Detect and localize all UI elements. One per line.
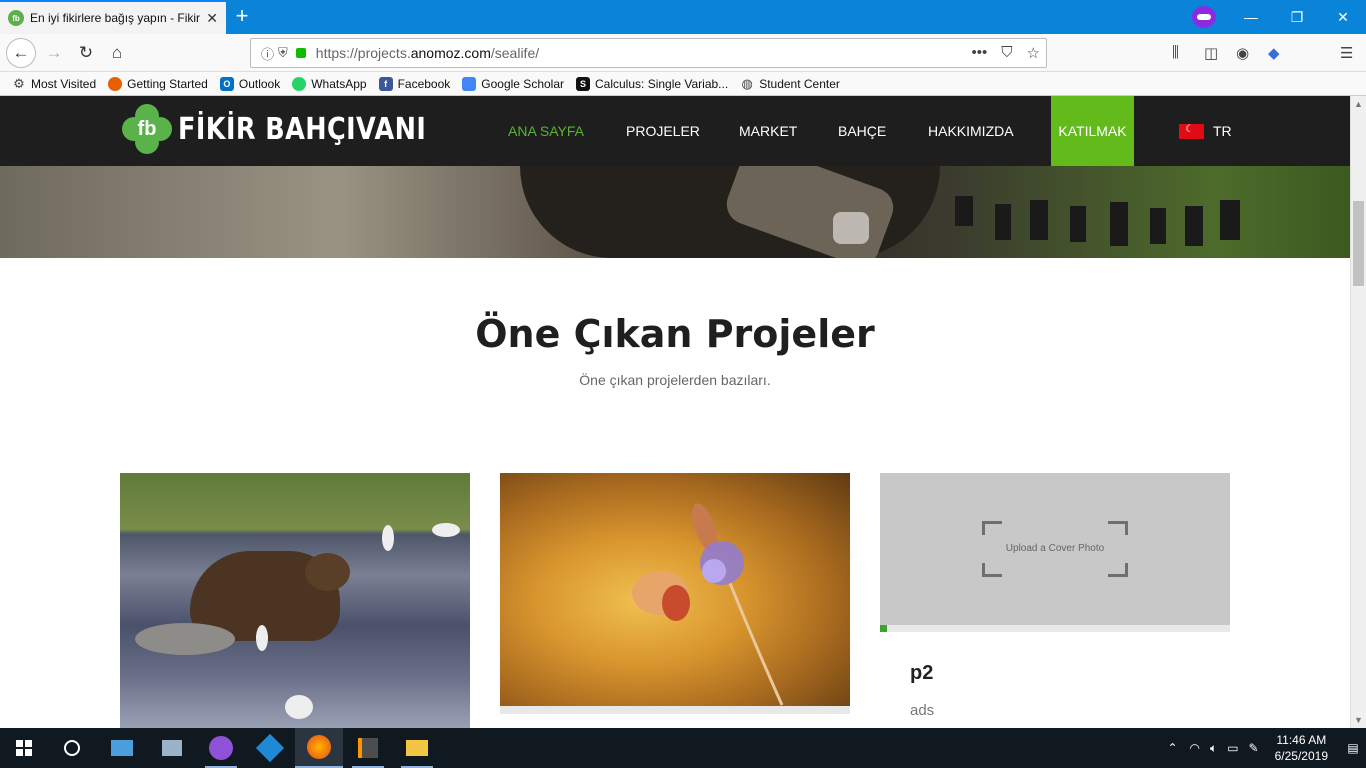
upload-cover-label[interactable]: Upload a Cover Photo <box>880 543 1230 554</box>
outlook-icon: O <box>219 76 234 91</box>
windows-taskbar: ⌃ ◠ 🔈︎ ▭ ✎ 11:46 AM 6/25/2019 ▤ <box>0 728 1366 768</box>
browser-tab[interactable]: fb En iyi fikirlere bağış yapın - Fikir … <box>0 0 226 34</box>
forward-button[interactable]: → <box>40 39 68 67</box>
bookmark-whatsapp[interactable]: WhatsApp <box>292 76 367 91</box>
url-text: https://projects.anomoz.com/sealife/ <box>315 45 540 61</box>
bookmark-calculus[interactable]: S Calculus: Single Variab... <box>576 76 728 91</box>
bookmark-google-scholar[interactable]: Google Scholar <box>462 76 564 91</box>
url-bar[interactable]: ⓘ ⛨ https://projects.anomoz.com/sealife/… <box>250 38 1047 68</box>
info-icon[interactable]: ⓘ <box>261 44 274 63</box>
reload-button[interactable]: ↻ <box>72 39 100 67</box>
bookmark-student-center[interactable]: ◍ Student Center <box>740 75 840 91</box>
project-card-bear-image[interactable] <box>120 473 470 728</box>
file-explorer-icon[interactable] <box>393 728 441 768</box>
card3-progress-fill <box>880 625 887 632</box>
featured-subtitle: Öne çıkan projelerden bazıları. <box>579 372 771 388</box>
private-browsing-icon <box>1192 6 1216 28</box>
gear-icon: ⚙ <box>13 75 25 91</box>
account-icon[interactable]: ◉ <box>1236 44 1249 62</box>
windows-start-icon[interactable] <box>0 728 48 768</box>
bookmarks-bar: ⚙ Most Visited Getting Started O Outlook W… <box>0 72 1366 96</box>
browser-tab-bar: fb En iyi fikirlere bağış yapın - Fikir … <box>0 0 1366 34</box>
nav-garden[interactable]: BAHÇE <box>838 96 886 166</box>
minimize-button[interactable]: — <box>1228 0 1274 34</box>
tab-title: En iyi fikirlere bağış yapın - Fikir <box>30 11 201 25</box>
bookmark-getting-started[interactable]: Getting Started <box>108 76 208 91</box>
site-header: fb FİKİR BAHÇIVANI ANA SAYFA PROJELER MA… <box>0 96 1350 166</box>
new-tab-button[interactable]: + <box>230 4 254 28</box>
show-hidden-icons-icon[interactable]: ⌃ <box>1167 741 1177 755</box>
site-favicon-icon: fb <box>8 10 24 26</box>
control-panel-icon[interactable] <box>148 728 196 768</box>
close-window-button[interactable]: ✕ <box>1320 0 1366 34</box>
volume-icon[interactable]: 🔈︎ <box>1210 741 1217 756</box>
library-icon[interactable]: ⫼ <box>1172 44 1179 61</box>
notification-center-icon[interactable]: ▤ <box>1340 728 1366 768</box>
lock-icon <box>295 48 306 58</box>
nav-home[interactable]: ANA SAYFA <box>508 96 584 166</box>
browser-nav-bar: ← → ↻ ⌂ ⓘ ⛨ https://projects.anomoz.com/… <box>0 34 1366 97</box>
join-button[interactable]: KATILMAK <box>1051 96 1134 166</box>
page-scrollbar[interactable]: ▲ ▼ <box>1350 96 1366 728</box>
clover-logo-icon: fb <box>122 104 172 154</box>
bookmark-facebook[interactable]: f Facebook <box>378 76 450 91</box>
language-selector[interactable]: TR <box>1179 96 1232 166</box>
bookmark-star-icon[interactable]: ☆ <box>1027 44 1040 62</box>
card2-progress-bar <box>500 706 850 714</box>
clock[interactable]: 11:46 AM 6/25/2019 <box>1275 732 1328 764</box>
site-logo[interactable]: fb FİKİR BAHÇIVANI <box>122 104 470 154</box>
search-circle-icon[interactable] <box>48 728 96 768</box>
system-tray: ⌃ ◠ 🔈︎ ▭ ✎ 11:46 AM 6/25/2019 ▤ <box>1167 728 1366 768</box>
card3-progress-bar <box>880 625 1230 632</box>
sublime-text-icon[interactable] <box>344 728 392 768</box>
whatsapp-icon <box>292 76 307 91</box>
project-card-no-cover[interactable]: Upload a Cover Photo <box>880 473 1230 625</box>
firefox-icon <box>108 76 123 91</box>
nav-about[interactable]: HAKKIMIZDA <box>928 96 1014 166</box>
project-card-butterfly-image[interactable] <box>500 473 850 706</box>
globe-icon: ◍ <box>741 75 753 91</box>
featured-title: Öne Çıkan Projeler <box>475 312 875 356</box>
vscode-icon[interactable] <box>246 728 294 768</box>
sidebar-icon[interactable]: ◫ <box>1204 44 1218 62</box>
page-actions-icon[interactable]: ••• <box>972 44 988 62</box>
scrollbar-thumb[interactable] <box>1353 201 1364 286</box>
bookmark-outlook[interactable]: O Outlook <box>219 76 280 91</box>
menu-icon[interactable]: ☰ <box>1340 44 1353 62</box>
firefox-taskbar-icon[interactable] <box>295 728 343 768</box>
card3-description: ads <box>910 702 935 719</box>
close-tab-icon[interactable]: ✕ <box>206 10 218 27</box>
extension-icon[interactable]: ◆ <box>1268 44 1280 62</box>
facebook-icon: f <box>378 76 393 91</box>
nav-market[interactable]: MARKET <box>739 96 797 166</box>
desktop-app-icon[interactable] <box>98 728 146 768</box>
turkey-flag-icon <box>1179 123 1204 139</box>
restore-button[interactable]: ❐ <box>1274 0 1320 34</box>
discord-like-app-icon[interactable] <box>197 728 245 768</box>
battery-icon[interactable]: ▭ <box>1227 741 1238 755</box>
s-icon: S <box>576 76 590 91</box>
scholar-icon <box>462 76 477 91</box>
tracking-protection-icon[interactable]: ⛨ <box>278 45 288 61</box>
home-icon[interactable]: ⌂ <box>103 39 131 67</box>
pocket-icon[interactable]: ⛉ <box>1001 44 1012 62</box>
hero-image <box>0 166 1350 258</box>
logo-text: FİKİR BAHÇIVANI <box>178 111 427 147</box>
pen-icon[interactable]: ✎ <box>1249 741 1259 755</box>
back-button[interactable]: ← <box>6 38 36 68</box>
nav-projects[interactable]: PROJELER <box>626 96 700 166</box>
bookmark-most-visited[interactable]: ⚙ Most Visited <box>12 75 96 91</box>
wifi-icon[interactable]: ◠ <box>1190 741 1200 755</box>
card3-title[interactable]: p2 <box>910 662 933 685</box>
